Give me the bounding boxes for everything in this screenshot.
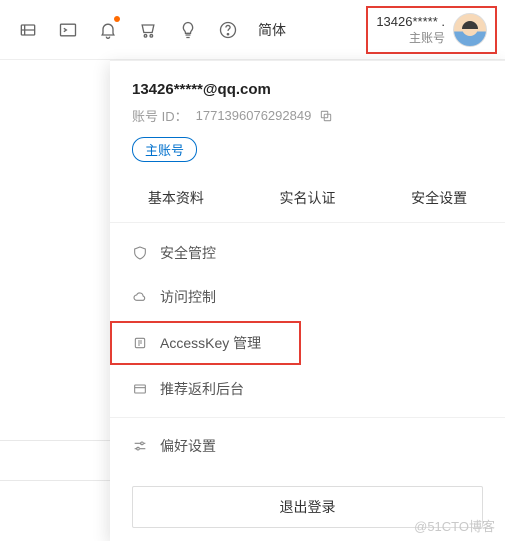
notification-dot-icon <box>114 16 120 22</box>
menu-label: 推荐返利后台 <box>160 379 244 399</box>
divider <box>110 417 505 418</box>
copy-icon[interactable] <box>319 109 333 123</box>
avatar <box>453 13 487 47</box>
divider <box>0 480 110 481</box>
account-menu: 安全管控 访问控制 AccessKey 管理 推荐返利后台 偏好设置 <box>110 223 505 476</box>
account-type-label: 主账号 <box>376 29 445 46</box>
language-switcher[interactable]: 简体 <box>252 20 292 40</box>
menu-label: 偏好设置 <box>160 436 216 456</box>
shield-icon <box>132 245 148 261</box>
menu-label: AccessKey 管理 <box>160 333 261 353</box>
top-toolbar: 简体 13426***** . 主账号 <box>0 0 505 60</box>
key-icon <box>132 335 148 351</box>
divider <box>0 440 110 441</box>
profile-tabs: 基本资料 实名认证 安全设置 <box>110 174 505 223</box>
account-menu-trigger[interactable]: 13426***** . 主账号 <box>366 6 497 54</box>
menu-security-control[interactable]: 安全管控 <box>110 231 505 275</box>
menu-access-control[interactable]: 访问控制 <box>110 275 505 319</box>
menu-label: 访问控制 <box>160 287 216 307</box>
account-type-badge: 主账号 <box>132 137 197 162</box>
tab-security-settings[interactable]: 安全设置 <box>373 174 505 222</box>
menu-referral[interactable]: 推荐返利后台 <box>110 367 505 411</box>
tab-profile[interactable]: 基本资料 <box>110 174 242 222</box>
menu-label: 安全管控 <box>160 243 216 263</box>
account-id-label: 账号 ID： <box>132 106 188 125</box>
account-name: 13426***** . <box>376 14 445 29</box>
app-switcher-icon[interactable] <box>8 10 48 50</box>
cart-icon[interactable] <box>128 10 168 50</box>
account-dropdown: 13426*****@qq.com 账号 ID： 177139607629284… <box>110 60 505 541</box>
notification-bell-icon[interactable] <box>88 10 128 50</box>
referral-icon <box>132 381 148 397</box>
menu-preferences[interactable]: 偏好设置 <box>110 424 505 468</box>
account-email: 13426*****@qq.com <box>132 81 483 98</box>
menu-accesskey-management[interactable]: AccessKey 管理 <box>110 321 301 365</box>
tab-verification[interactable]: 实名认证 <box>242 174 374 222</box>
tips-icon[interactable] <box>168 10 208 50</box>
account-id-value: 1771396076292849 <box>196 108 312 123</box>
help-icon[interactable] <box>208 10 248 50</box>
sliders-icon <box>132 438 148 454</box>
account-id-row: 账号 ID： 1771396076292849 <box>132 106 483 125</box>
cloud-icon <box>132 289 148 305</box>
terminal-icon[interactable] <box>48 10 88 50</box>
watermark: @51CTO博客 <box>414 516 495 535</box>
